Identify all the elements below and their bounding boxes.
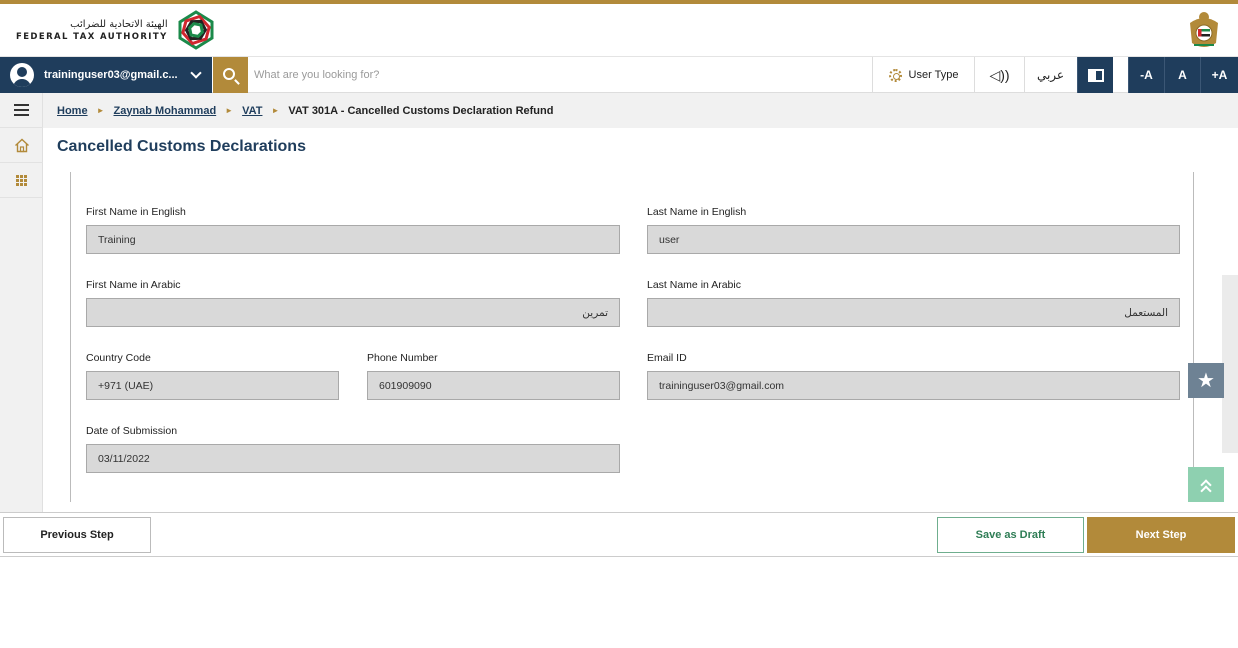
first-name-english-field[interactable]: Training <box>86 225 620 254</box>
double-chevron-up-icon <box>1199 478 1213 497</box>
language-label: عربي <box>1036 68 1065 82</box>
first-name-arabic-field[interactable]: تمرين <box>86 298 620 327</box>
first-name-arabic-label: First Name in Arabic <box>86 279 181 291</box>
uae-emblem-icon <box>1190 12 1218 47</box>
save-draft-button[interactable]: Save as Draft <box>937 517 1084 553</box>
logo-text: الهيئة الاتحادية للضرائب FEDERAL TAX AUT… <box>16 19 168 42</box>
breadcrumb-home-link[interactable]: Home <box>57 105 88 117</box>
font-decrease-button[interactable]: -A <box>1128 57 1164 93</box>
breadcrumb-current: VAT 301A - Cancelled Customs Declaration… <box>288 104 554 117</box>
search-icon <box>223 67 235 80</box>
scroll-to-top-button[interactable] <box>1188 467 1224 502</box>
user-type-label: User Type <box>908 69 959 81</box>
first-name-english-label: First Name in English <box>86 206 186 218</box>
menu-toggle-button[interactable] <box>0 93 43 128</box>
gear-icon <box>888 68 902 82</box>
language-toggle-button[interactable]: عربي <box>1024 57 1076 93</box>
page-title: Cancelled Customs Declarations <box>57 138 306 155</box>
star-icon: ★ <box>1197 370 1215 392</box>
breadcrumb-vat-link[interactable]: VAT <box>242 105 262 117</box>
contrast-toggle-button[interactable] <box>1077 57 1113 93</box>
submission-date-label: Date of Submission <box>86 425 178 437</box>
breadcrumb-profile-link[interactable]: Zaynab Mohammad <box>113 105 216 117</box>
last-name-arabic-label: Last Name in Arabic <box>647 279 741 291</box>
breadcrumb-separator-icon: ► <box>271 106 280 115</box>
user-type-button[interactable]: User Type <box>872 57 974 93</box>
apps-grid-icon <box>16 174 27 186</box>
user-avatar-icon <box>10 63 34 87</box>
last-name-english-field[interactable]: user <box>647 225 1180 254</box>
page-scrollbar[interactable] <box>1222 275 1238 453</box>
fta-emblem-icon <box>178 10 214 50</box>
sidebar-item-services[interactable] <box>0 163 43 198</box>
contact-details-form: First Name in English Training Last Name… <box>70 172 1194 502</box>
speaker-icon: ◁)) <box>989 66 1010 83</box>
phone-number-field[interactable]: 601909090 <box>367 371 620 400</box>
hamburger-icon <box>14 104 29 116</box>
phone-number-label: Phone Number <box>367 352 438 364</box>
font-reset-button[interactable]: A <box>1164 57 1200 93</box>
search-input[interactable] <box>254 63 854 87</box>
chevron-down-icon <box>190 67 202 79</box>
favorite-button[interactable]: ★ <box>1188 363 1224 398</box>
sidebar-item-home[interactable] <box>0 128 43 163</box>
user-account-menu[interactable]: traininguser03@gmail.c... <box>0 57 212 93</box>
breadcrumb-separator-icon: ► <box>96 106 105 115</box>
submission-date-field[interactable]: 03/11/2022 <box>86 444 620 473</box>
country-code-label: Country Code <box>86 352 151 364</box>
font-increase-button[interactable]: +A <box>1200 57 1238 93</box>
home-icon <box>14 138 29 152</box>
next-step-button[interactable]: Next Step <box>1087 517 1235 553</box>
form-footer: Previous Step Save as Draft Next Step <box>0 512 1238 557</box>
country-code-field[interactable]: +971 (UAE) <box>86 371 339 400</box>
email-id-field[interactable]: traininguser03@gmail.com <box>647 371 1180 400</box>
logo-arabic-text: الهيئة الاتحادية للضرائب <box>70 18 168 30</box>
logo-english-text: FEDERAL TAX AUTHORITY <box>16 31 168 42</box>
last-name-english-label: Last Name in English <box>647 206 747 218</box>
breadcrumb-separator-icon: ► <box>225 106 234 115</box>
site-header: الهيئة الاتحادية للضرائب FEDERAL TAX AUT… <box>0 4 1238 57</box>
breadcrumb: Home ► Zaynab Mohammad ► VAT ► VAT 301A … <box>43 93 1238 128</box>
previous-step-button[interactable]: Previous Step <box>3 517 151 553</box>
user-email: traininguser03@gmail.c... <box>44 69 178 81</box>
text-to-speech-button[interactable]: ◁)) <box>974 57 1024 93</box>
search-button[interactable] <box>213 57 248 93</box>
top-toolbar: traininguser03@gmail.c... User Type ◁)) … <box>0 57 1238 93</box>
left-sidebar <box>0 93 43 512</box>
contrast-icon <box>1087 68 1104 82</box>
last-name-arabic-field[interactable]: المستعمل <box>647 298 1180 327</box>
main-content: Cancelled Customs Declarations First Nam… <box>43 128 1222 512</box>
email-id-label: Email ID <box>647 352 687 364</box>
fta-logo[interactable]: الهيئة الاتحادية للضرائب FEDERAL TAX AUT… <box>16 7 218 53</box>
